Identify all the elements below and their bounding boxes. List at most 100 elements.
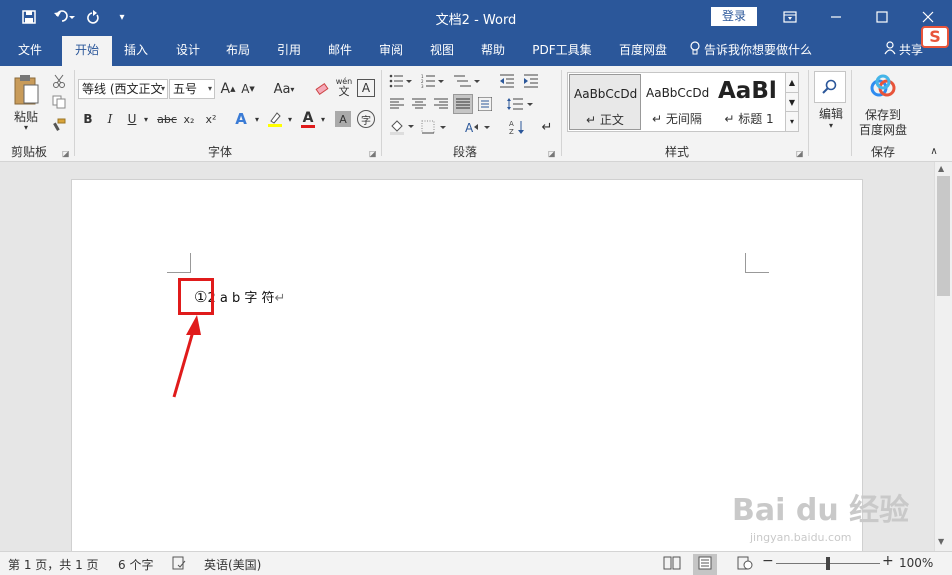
grow-font-icon[interactable]: A ▲ (220, 79, 236, 99)
italic-button[interactable]: I (102, 110, 118, 128)
sogou-ime-icon[interactable]: S (921, 26, 949, 48)
web-layout-icon[interactable] (737, 556, 753, 573)
justify-icon[interactable] (453, 94, 473, 114)
tab-design[interactable]: 设计 (166, 34, 210, 66)
format-painter-icon[interactable] (50, 116, 68, 134)
align-left-icon[interactable] (388, 95, 406, 113)
chinese-layout-icon[interactable]: A (464, 118, 492, 136)
style-no-spacing[interactable]: AaBbCcDd ↵ 无间隔 (642, 74, 712, 130)
chevron-up-icon[interactable]: ▲ (938, 164, 944, 173)
read-mode-icon[interactable] (663, 556, 681, 573)
font-color-dropdown-icon[interactable]: ▾ (318, 110, 328, 128)
print-layout-icon[interactable] (693, 554, 717, 575)
distributed-icon[interactable] (476, 95, 494, 113)
font-color-button[interactable]: A (299, 108, 317, 130)
minimize-icon[interactable] (813, 0, 859, 34)
bold-button[interactable]: B (80, 110, 96, 128)
tab-view[interactable]: 视图 (420, 34, 464, 66)
sort-icon[interactable]: AZ (507, 118, 527, 136)
styles-scrollbar[interactable]: ▲ ▼ ▾ (785, 72, 799, 132)
align-right-icon[interactable] (432, 95, 450, 113)
numbering-icon[interactable]: 123 (420, 72, 446, 90)
word-count[interactable]: 6 个字 (118, 556, 153, 573)
styles-launcher-icon[interactable]: ◪ (796, 149, 804, 158)
bullets-icon[interactable] (388, 72, 414, 90)
strikethrough-button[interactable]: abc (156, 110, 178, 128)
zoom-slider-thumb[interactable] (826, 557, 830, 570)
font-launcher-icon[interactable]: ◪ (369, 149, 377, 158)
paste-icon[interactable] (8, 70, 44, 110)
style-heading-1[interactable]: AaBl ↵ 标题 1 (714, 74, 784, 130)
proofing-icon[interactable] (172, 556, 186, 573)
login-button[interactable]: 登录 (711, 7, 757, 26)
tab-baidu-netdisk[interactable]: 百度网盘 (611, 34, 675, 66)
zoom-out-button[interactable]: − (762, 553, 774, 569)
character-border-button[interactable]: A (357, 79, 375, 97)
cut-icon[interactable] (50, 72, 68, 90)
style-normal[interactable]: AaBbCcDd ↵ 正文 (569, 74, 641, 130)
maximize-icon[interactable] (859, 0, 905, 34)
multilevel-list-icon[interactable] (452, 72, 482, 90)
copy-icon[interactable] (50, 93, 68, 111)
ribbon-display-icon[interactable] (767, 0, 813, 34)
superscript-button[interactable]: x² (202, 110, 220, 128)
enclose-characters-button[interactable]: 字 (357, 110, 375, 128)
text-effects-button[interactable]: A (232, 109, 250, 129)
borders-icon[interactable] (420, 118, 448, 136)
language-indicator[interactable]: 英语(美国) (204, 556, 261, 573)
highlight-dropdown-icon[interactable]: ▾ (285, 110, 295, 128)
tab-file[interactable]: 文件 (8, 34, 52, 66)
chevron-down-icon[interactable]: ▼ (938, 537, 944, 546)
tab-insert[interactable]: 插入 (114, 34, 158, 66)
line-spacing-icon[interactable] (505, 95, 535, 113)
underline-button[interactable]: U (124, 110, 140, 128)
increase-indent-icon[interactable] (521, 72, 541, 90)
zoom-level[interactable]: 100% (899, 556, 933, 570)
align-center-icon[interactable] (410, 95, 428, 113)
shading-icon[interactable] (388, 118, 416, 136)
baidu-cloud-icon[interactable] (867, 71, 899, 101)
redo-icon[interactable] (85, 6, 103, 28)
tab-pdf-tools[interactable]: PDF工具集 (526, 34, 598, 66)
editing-dropdown-icon[interactable]: ▾ (823, 120, 839, 130)
subscript-button[interactable]: x₂ (180, 110, 198, 128)
undo-icon[interactable] (49, 6, 79, 28)
font-size-combo[interactable]: 五号 ▾ (169, 79, 215, 99)
customize-icon[interactable]: ▾ (113, 6, 131, 28)
style-heading-1-preview: AaBl (718, 78, 777, 104)
editing-button[interactable]: 编辑 (811, 105, 851, 121)
find-icon[interactable] (814, 71, 846, 103)
tab-home[interactable]: 开始 (62, 36, 112, 66)
save-icon[interactable] (18, 6, 40, 28)
tab-mailings[interactable]: 邮件 (318, 34, 362, 66)
paste-dropdown-icon[interactable]: ▾ (16, 122, 36, 132)
tab-layout[interactable]: 布局 (216, 34, 260, 66)
highlight-color-icon[interactable] (266, 109, 284, 129)
font-name-combo[interactable]: 等线 (西文正文 ▾ (78, 79, 168, 99)
page-count[interactable]: 第 1 页，共 1 页 (8, 556, 99, 573)
decrease-indent-icon[interactable] (497, 72, 517, 90)
shrink-font-icon[interactable]: A ▼ (240, 79, 256, 99)
paragraph-mark-icon[interactable]: ↵ (538, 118, 556, 136)
clear-format-icon[interactable] (313, 79, 331, 99)
paragraph-launcher-icon[interactable]: ◪ (548, 149, 556, 158)
phonetic-guide-button[interactable]: wén 文 (335, 75, 353, 99)
tell-me-search[interactable]: 告诉我你想要做什么 (690, 34, 812, 66)
share-button[interactable]: 共享 (884, 34, 923, 66)
tab-references[interactable]: 引用 (267, 34, 311, 66)
change-case-button[interactable]: Aa ▾ (270, 79, 298, 99)
chevron-down-icon[interactable]: ▼ (786, 92, 798, 111)
character-shading-button[interactable]: A (335, 111, 351, 127)
collapse-ribbon-icon[interactable]: ∧ (926, 144, 942, 158)
underline-dropdown-icon[interactable]: ▾ (141, 110, 151, 128)
chevron-up-icon[interactable]: ▲ (786, 73, 798, 92)
tab-help[interactable]: 帮助 (471, 34, 515, 66)
clipboard-launcher-icon[interactable]: ◪ (62, 149, 70, 158)
tab-review[interactable]: 审阅 (369, 34, 413, 66)
scrollbar-thumb[interactable] (937, 176, 950, 296)
more-styles-icon[interactable]: ▾ (786, 111, 798, 130)
zoom-in-button[interactable]: + (882, 553, 894, 569)
vertical-scrollbar[interactable]: ▲ ▼ (934, 162, 952, 551)
save-to-baidu-line2[interactable]: 百度网盘 (855, 121, 911, 137)
text-effects-dropdown-icon[interactable]: ▾ (252, 110, 262, 128)
